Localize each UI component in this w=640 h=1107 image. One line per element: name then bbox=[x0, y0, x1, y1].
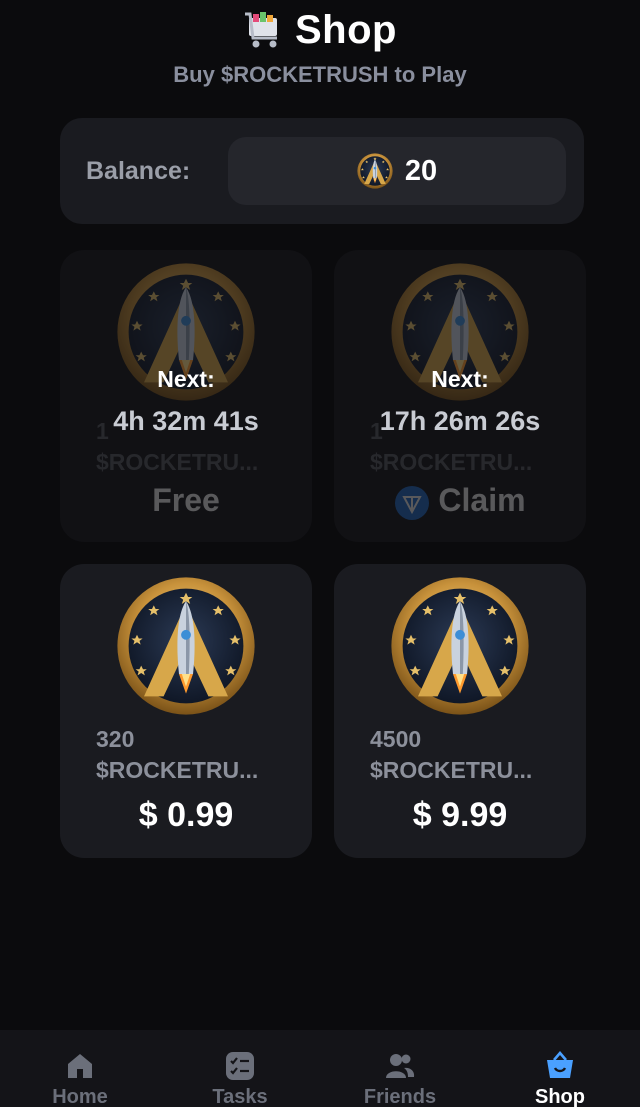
shopping-cart-icon bbox=[245, 12, 277, 48]
rocketrush-coin-icon bbox=[116, 576, 256, 716]
free-button[interactable]: Free bbox=[60, 482, 312, 519]
shop-basket-icon bbox=[547, 1051, 573, 1078]
buy-package-card[interactable]: 320 $ROCKETRU... $ 0.99 bbox=[60, 564, 312, 858]
countdown-timer: 4h 32m 41s bbox=[113, 406, 259, 436]
card-token: $ROCKETRU... bbox=[370, 449, 533, 475]
card-amount: 320 bbox=[96, 726, 135, 752]
nav-item-tasks[interactable]: Tasks bbox=[160, 1030, 320, 1107]
ton-icon bbox=[395, 485, 430, 520]
nav-label-friends: Friends bbox=[363, 1086, 437, 1107]
page-header: Shop Buy $ROCKETRUSH to Play bbox=[0, 4, 640, 88]
bottom-nav: Home Tasks Friends Shop bbox=[0, 1030, 640, 1107]
rocketrush-coin-icon bbox=[390, 576, 530, 716]
claim-button[interactable]: Claim bbox=[334, 482, 586, 521]
balance-card: Balance: 20 bbox=[60, 118, 584, 224]
card-token: $ROCKETRU... bbox=[370, 757, 533, 783]
home-icon bbox=[68, 1054, 92, 1078]
card-token: $ROCKETRU... bbox=[96, 757, 259, 783]
next-label: Next: bbox=[157, 366, 215, 392]
nav-label-shop: Shop bbox=[535, 1086, 585, 1107]
claim-reward-card[interactable]: 1 $ROCKETRU... Claim Next: 17h 26m 26s bbox=[334, 250, 586, 542]
balance-value: 20 bbox=[404, 154, 438, 187]
nav-label-home: Home bbox=[52, 1086, 108, 1107]
nav-item-friends[interactable]: Friends bbox=[320, 1030, 480, 1107]
page-subtitle: Buy $ROCKETRUSH to Play bbox=[173, 62, 467, 87]
tasks-icon bbox=[226, 1052, 254, 1080]
nav-item-shop[interactable]: Shop bbox=[480, 1030, 640, 1107]
card-token: $ROCKETRU... bbox=[96, 449, 259, 475]
nav-item-home[interactable]: Home bbox=[0, 1030, 160, 1107]
buy-package-card[interactable]: 4500 $ROCKETRU... $ 9.99 bbox=[334, 564, 586, 858]
price-button[interactable]: $ 0.99 bbox=[60, 796, 312, 835]
rocketrush-coin-icon bbox=[357, 153, 393, 189]
nav-label-tasks: Tasks bbox=[212, 1086, 268, 1107]
balance-label: Balance: bbox=[86, 156, 191, 185]
price-button[interactable]: $ 9.99 bbox=[334, 796, 586, 835]
free-reward-card[interactable]: 1 $ROCKETRU... Free Next: 4h 32m 41s bbox=[60, 250, 312, 542]
countdown-timer: 17h 26m 26s bbox=[379, 406, 541, 436]
card-amount: 4500 bbox=[370, 726, 422, 752]
page-title: Shop bbox=[295, 7, 397, 52]
claim-button-label: Claim bbox=[438, 482, 526, 518]
friends-icon bbox=[386, 1054, 415, 1078]
balance-pill: 20 bbox=[228, 137, 566, 205]
next-label: Next: bbox=[431, 366, 489, 392]
